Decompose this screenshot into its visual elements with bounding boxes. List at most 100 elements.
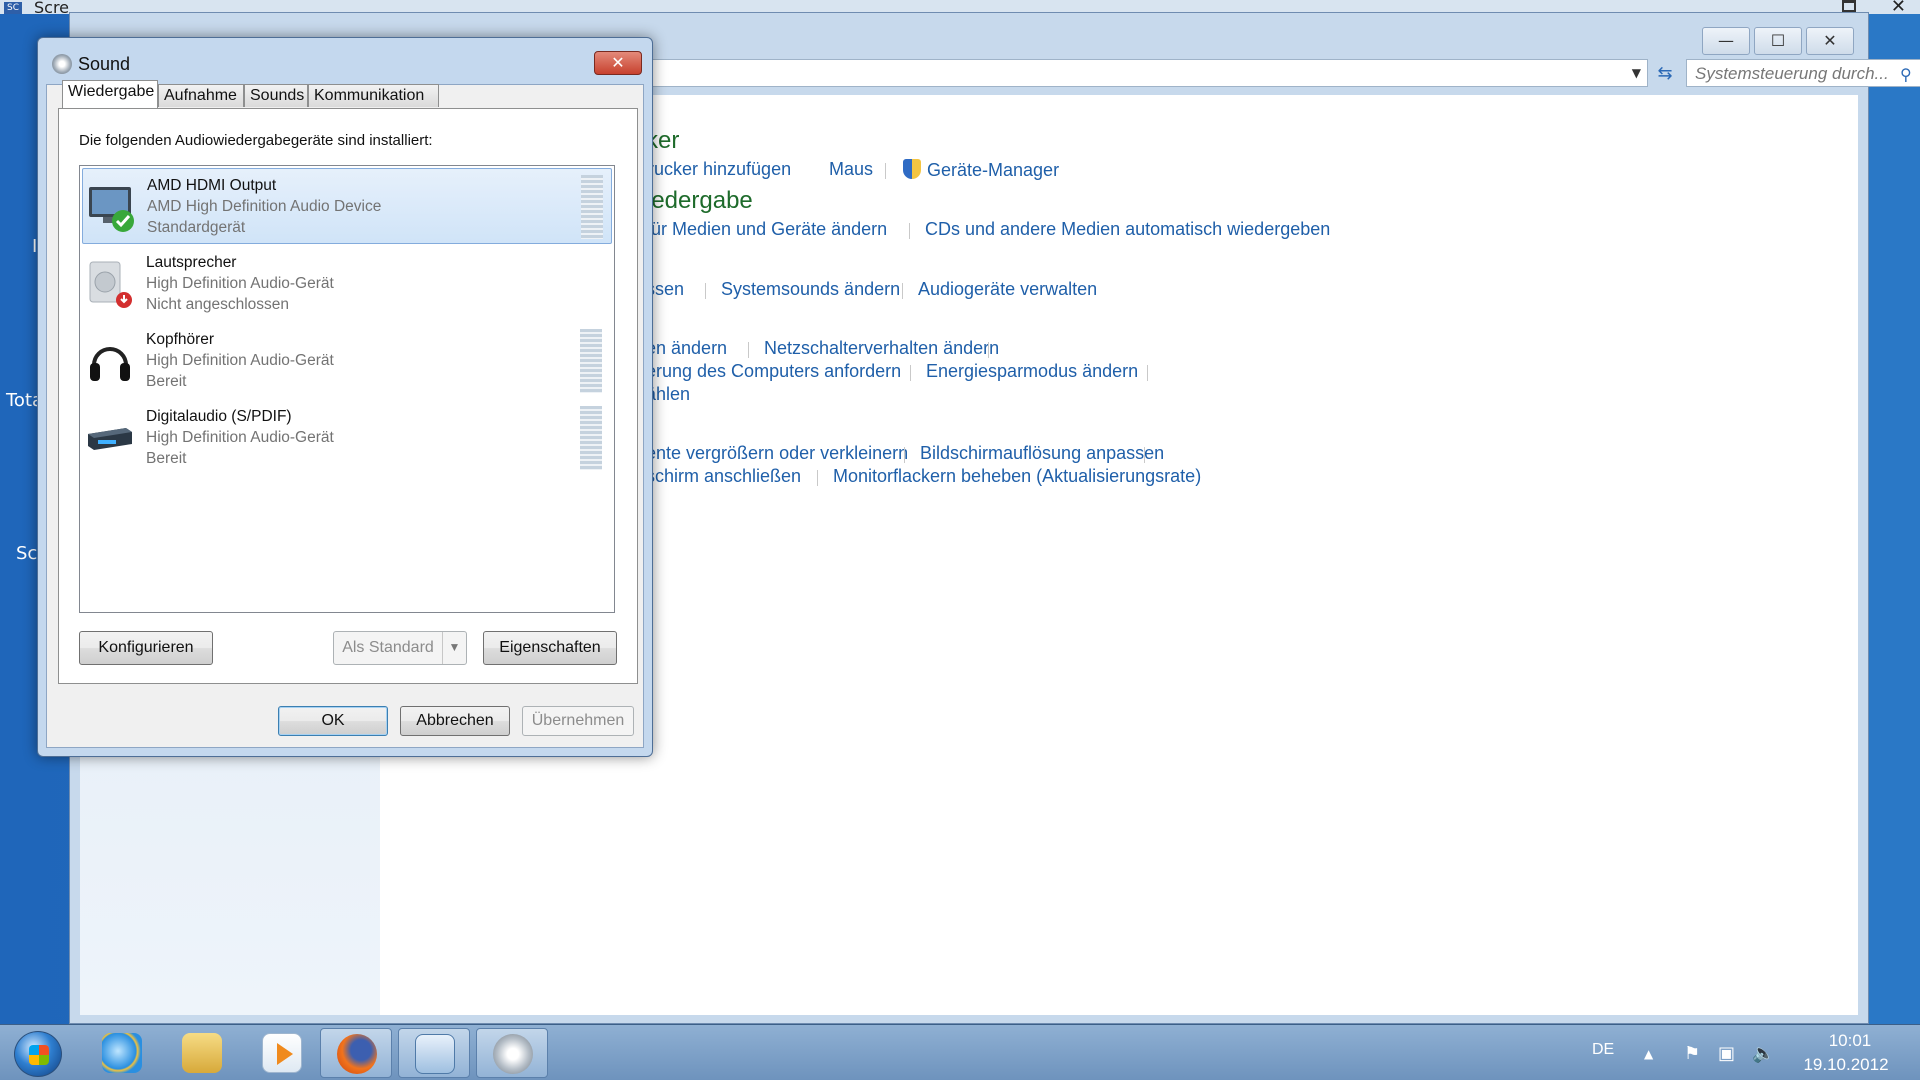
device-status: Nicht angeschlossen [146,296,290,313]
link-power-change[interactable]: en ändern [646,338,727,359]
link-screen-resolution[interactable]: Bildschirmauflösung anpassen [920,443,1164,464]
set-default-label: Als Standard [342,639,434,656]
explorer-folder-icon [182,1033,222,1073]
chevron-down-icon[interactable]: ▼ [1632,66,1641,80]
link-manage-audio-devices[interactable]: Audiogeräte verwalten [918,279,1097,300]
taskbar-explorer[interactable] [166,1028,238,1078]
link-sleep-mode[interactable]: Energiesparmodus ändern [926,361,1138,382]
taskbar: DE ▲ ⚑ ▣ 🔈 10:01 19.10.2012 [0,1024,1920,1080]
speaker-icon [89,261,132,308]
device-name: Digitalaudio (S/PDIF) [146,408,292,425]
link-refresh-rate[interactable]: Monitorflackern beheben (Aktualisierungs… [833,466,1201,487]
search-icon[interactable]: ⚲ [1900,65,1912,84]
device-driver: High Definition Audio-Gerät [146,275,334,292]
address-bar[interactable]: ▼ [638,59,1648,87]
language-indicator[interactable]: DE [1592,1041,1614,1059]
start-button[interactable] [14,1031,62,1077]
tab-panel: Die folgenden Audiowiedergabegeräte sind… [58,108,638,684]
section-heading[interactable]: iedergabe [646,187,753,215]
taskbar-firefox[interactable] [320,1028,392,1078]
taskbar-sound[interactable] [476,1028,548,1078]
maximize-button[interactable]: ☐ [1754,27,1802,55]
panel-description: Die folgenden Audiowiedergabegeräte sind… [79,132,433,149]
divider [1144,447,1145,463]
link-mouse[interactable]: Maus [829,159,873,180]
network-icon[interactable]: ▣ [1718,1043,1735,1064]
clock-date[interactable]: 19.10.2012 [1796,1055,1896,1075]
device-name: Lautsprecher [146,254,237,271]
link-connect-display[interactable]: schirm anschließen [646,466,801,487]
link-wake-password[interactable]: erung des Computers anfordern [646,361,901,382]
digital-audio-icon [88,428,132,450]
set-default-button[interactable]: Als Standard ▼ [333,631,467,665]
shield-icon [903,159,921,179]
device-status: Bereit [146,450,187,467]
taskbar-media-player[interactable] [246,1028,318,1078]
internet-explorer-icon [102,1033,142,1073]
link-text-size[interactable]: ente vergrößern oder verkleinern [646,443,908,464]
close-icon[interactable]: ✕ [1891,0,1906,17]
divider [1147,365,1148,381]
divider [904,447,905,463]
link-device-manager-label: Geräte-Manager [927,160,1060,180]
link-autoplay[interactable]: CDs und andere Medien automatisch wieder… [925,219,1330,240]
divider [909,223,910,239]
tab-kommunikation[interactable]: Kommunikation [308,84,439,107]
media-player-icon [262,1033,302,1073]
monitor-icon [89,187,134,232]
device-item-digitalaudio[interactable]: Digitalaudio (S/PDIF) High Definition Au… [82,400,612,476]
clock-time[interactable]: 10:01 [1810,1031,1890,1051]
device-item-amd-hdmi[interactable]: AMD HDMI Output AMD High Definition Audi… [82,168,612,244]
volume-meter [581,175,603,239]
configure-button[interactable]: Konfigurieren [79,631,213,665]
divider [817,470,818,486]
taskbar-internet-explorer[interactable] [86,1028,158,1078]
device-status: Bereit [146,373,187,390]
device-item-kopfhoerer[interactable]: Kopfhörer High Definition Audio-Gerät Be… [82,323,612,399]
cancel-button[interactable]: Abbrechen [400,706,510,736]
divider [748,342,749,358]
volume-icon[interactable]: 🔈 [1752,1043,1774,1064]
sound-dialog: Sound ✕ Wiedergabe Aufnahme Sounds Kommu… [37,37,653,757]
tab-sounds[interactable]: Sounds [244,84,308,107]
control-panel-icon [415,1034,455,1074]
maximize-icon[interactable] [1842,0,1856,12]
link-device-manager[interactable]: Geräte-Manager [903,159,1059,181]
desktop-label: Sc [16,543,38,564]
action-center-flag-icon[interactable]: ⚑ [1684,1043,1700,1064]
divider [885,163,886,179]
link-media-defaults[interactable]: für Medien und Geräte ändern [646,219,887,240]
tab-aufnahme[interactable]: Aufnahme [158,84,244,107]
taskbar-control-panel[interactable] [398,1028,470,1078]
apply-button[interactable]: Übernehmen [522,706,634,736]
background-window-title: Scre [34,0,70,17]
close-button[interactable]: ✕ [1806,27,1854,55]
volume-meter [580,406,602,470]
device-list: AMD HDMI Output AMD High Definition Audi… [79,165,615,613]
ok-button[interactable]: OK [278,706,388,736]
chevron-down-icon[interactable]: ▼ [442,632,466,664]
properties-button[interactable]: Eigenschaften [483,631,617,665]
link-power-button[interactable]: Netzschalterverhalten ändern [764,338,999,359]
close-button[interactable]: ✕ [594,51,642,75]
device-item-lautsprecher[interactable]: Lautsprecher High Definition Audio-Gerät… [82,246,612,322]
sound-icon [493,1034,533,1074]
device-name: AMD HDMI Output [147,177,277,194]
divider [705,283,706,299]
divider [902,283,903,299]
link-system-sounds[interactable]: Systemsounds ändern [721,279,900,300]
device-driver: High Definition Audio-Gerät [146,429,334,446]
divider [988,342,989,358]
app-icon: SC [4,2,22,14]
device-status: Standardgerät [147,219,246,236]
minimize-button[interactable]: — [1702,27,1750,55]
search-input[interactable]: Systemsteuerung durch... [1686,59,1920,87]
tab-wiedergabe[interactable]: Wiedergabe [62,80,158,108]
link-add-printer[interactable]: Drucker hinzufügen [635,159,791,180]
refresh-icon[interactable]: ⇆ [1651,61,1679,87]
dialog-title: Sound [78,54,131,74]
volume-meter [580,329,602,393]
sound-icon [52,54,72,74]
show-hidden-icons-icon[interactable]: ▲ [1644,1047,1653,1061]
device-driver: High Definition Audio-Gerät [146,352,334,369]
